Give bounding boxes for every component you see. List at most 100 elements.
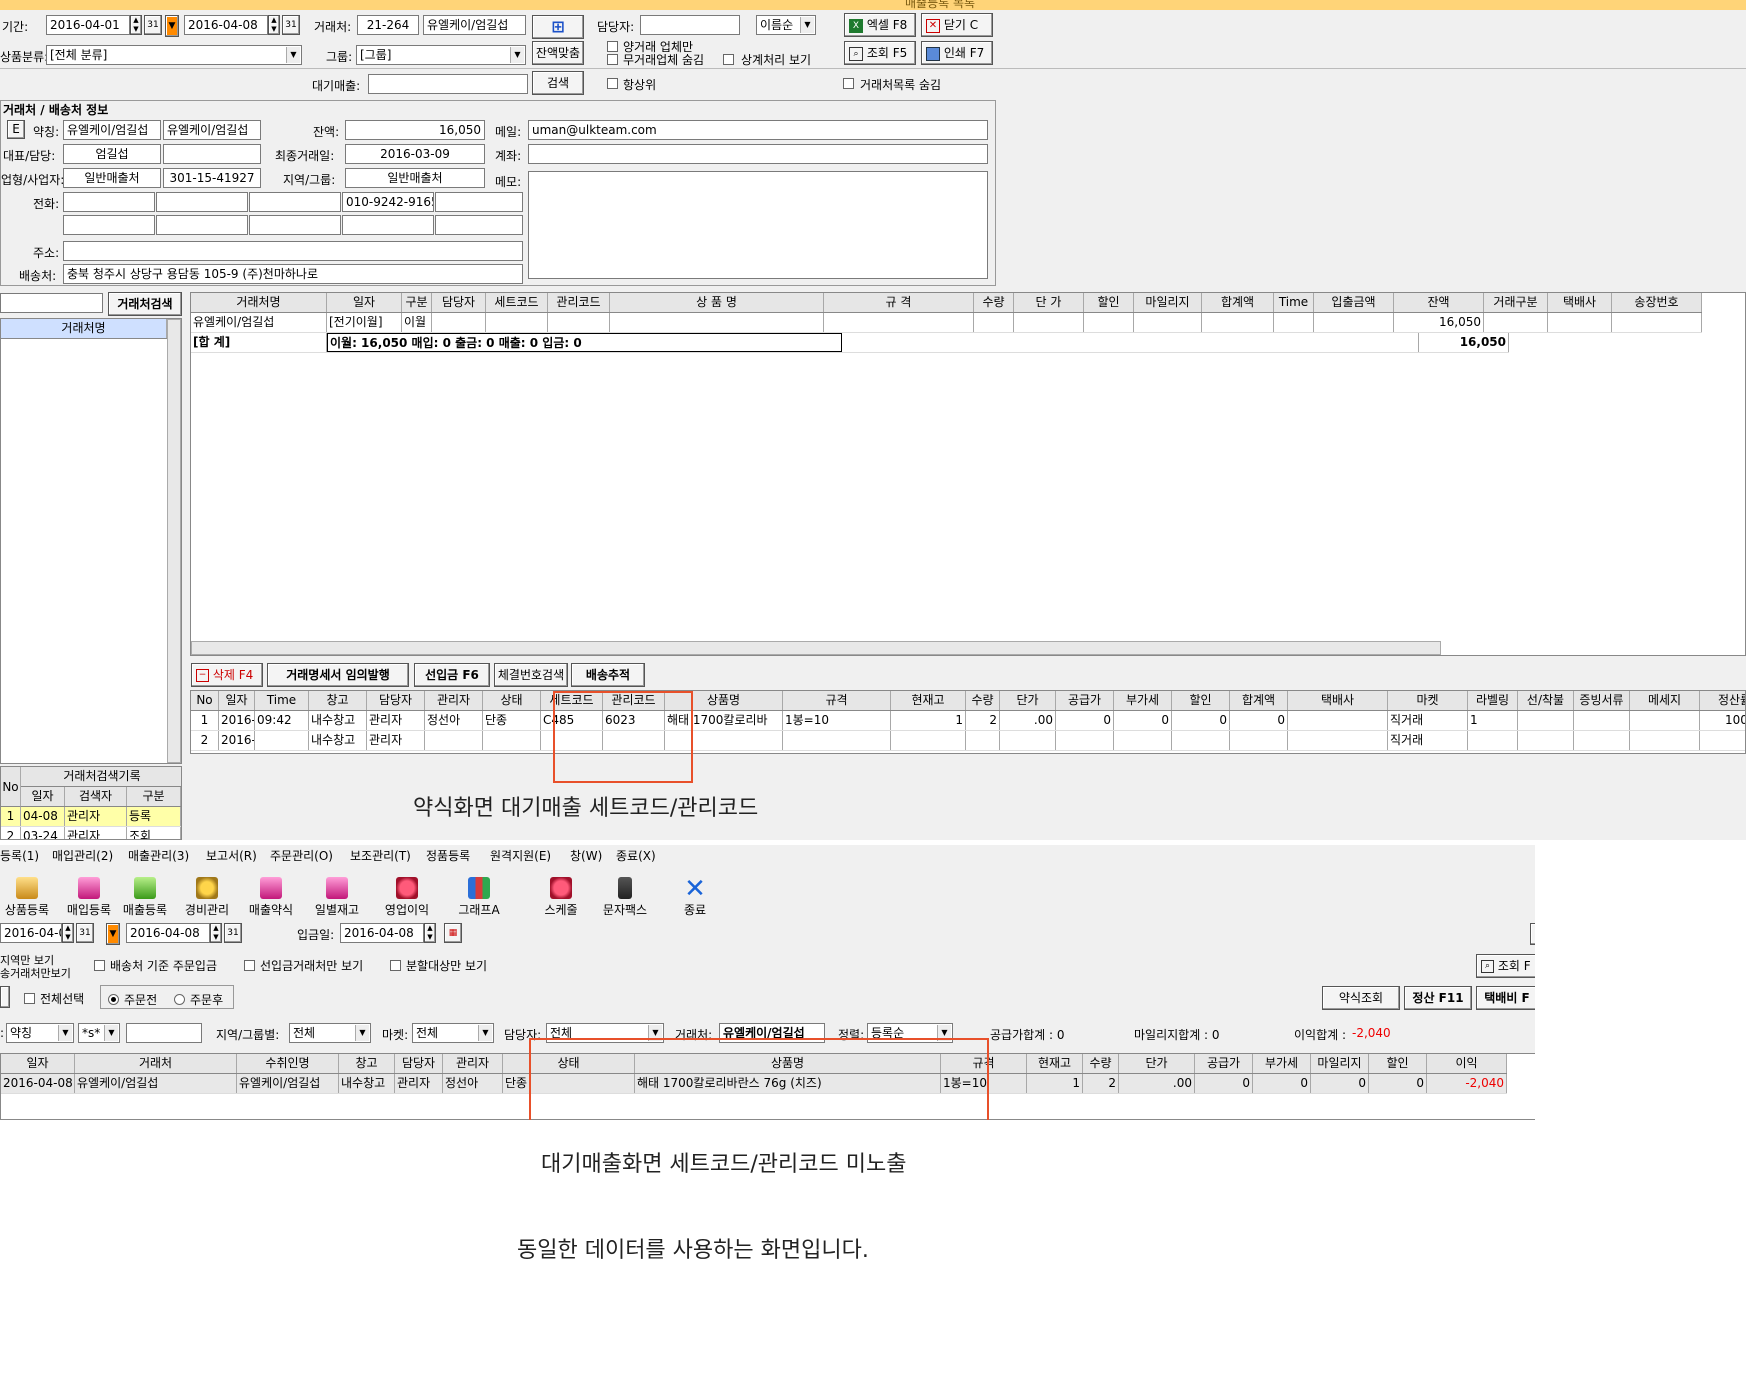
menu-item[interactable]: 보조관리(T) <box>350 847 411 864</box>
table-row[interactable]: 1 2016- 09:42 내수창고 관리자 정선아 단종 C485 6023 해태 1700칼로… <box>191 711 1745 731</box>
dropdown-arrow-icon[interactable]: ▼ <box>106 923 120 945</box>
manager-input[interactable] <box>640 15 740 35</box>
partner-name-input[interactable]: 유엘케이/엄길섭 <box>423 15 526 35</box>
delete-button[interactable]: − 삭제 F4 <box>191 663 263 687</box>
horizontal-scrollbar[interactable] <box>191 641 1441 655</box>
toolbar-button[interactable]: 매출등록 <box>118 875 172 925</box>
fax-field[interactable] <box>249 215 341 235</box>
courier-fee-button[interactable]: 택배비 F <box>1476 986 1535 1010</box>
date-from-input[interactable]: 2016-04-08 <box>0 923 62 943</box>
biz-no-field[interactable]: 301-15-41927 <box>163 168 261 188</box>
mobile-field[interactable]: 010-9242-9165 <box>342 192 434 212</box>
transaction-grid[interactable]: 거래처명 일자 구분 담당자 세트코드 관리코드 상 품 명규 격 수량 단 가 할인 마일리지 합계… <box>190 292 1746 656</box>
phone-field[interactable] <box>435 192 523 212</box>
fax-field[interactable] <box>435 215 523 235</box>
email-field[interactable]: uman@ulkteam.com <box>528 120 988 140</box>
menu-item[interactable]: 주문관리(O) <box>270 847 333 864</box>
before-order-radio[interactable] <box>108 994 119 1005</box>
date-from-input[interactable]: 2016-04-01 <box>46 15 130 35</box>
query-f-button[interactable]: ⌕ 조회 F <box>1476 954 1535 978</box>
spinner[interactable]: ▲ ▼ <box>210 923 222 943</box>
calendar-icon[interactable]: 31 <box>282 15 300 35</box>
menu-item[interactable]: 정품등록 <box>426 847 470 864</box>
fax-field[interactable] <box>63 215 155 235</box>
edit-button[interactable]: E <box>7 120 25 139</box>
phone-field[interactable] <box>63 192 155 212</box>
toolbar-button[interactable]: 경비관리 <box>180 875 234 925</box>
track-button[interactable]: 배송추적 <box>571 663 645 687</box>
star-select[interactable]: *s* ▼ <box>78 1023 120 1043</box>
partner-search-input[interactable] <box>0 293 103 313</box>
toolbar-button[interactable]: 상품등록 <box>0 875 54 925</box>
toolbar-button[interactable]: 그래프A <box>452 875 506 925</box>
menu-item[interactable]: 종료(X) <box>616 847 656 864</box>
date-to-input[interactable]: 2016-04-08 <box>184 15 268 35</box>
detail-grid[interactable]: No 일자 Time 창고 담당자 관리자 상태 세트코드 관리코드 상품명 규격 현재고 수량 단가 공급… <box>190 690 1746 754</box>
phone-field[interactable] <box>156 192 248 212</box>
calendar-icon[interactable]: 31 <box>224 923 242 943</box>
offset-checkbox[interactable] <box>723 54 734 65</box>
category-select[interactable]: [전체 분류] ▼ <box>46 45 302 65</box>
toolbar-button[interactable]: 일별재고 <box>310 875 364 925</box>
calendar-icon[interactable]: 31 <box>76 923 94 943</box>
market-select[interactable]: 전체 ▼ <box>412 1023 494 1043</box>
memo-textarea[interactable] <box>528 171 988 279</box>
excel-button[interactable]: X 엑셀 F8 <box>844 13 916 37</box>
menu-item[interactable]: 원격지원(E) <box>490 847 551 864</box>
issue-invoice-button[interactable]: 거래명세서 임의발행 <box>267 663 409 687</box>
after-order-radio[interactable] <box>174 994 185 1005</box>
prepay-only-checkbox[interactable] <box>244 960 255 971</box>
fax-field[interactable] <box>156 215 248 235</box>
abbr1-field[interactable]: 유엘케이/엄길섭 <box>63 120 161 140</box>
group-select[interactable]: [그룹] ▼ <box>356 45 526 65</box>
menu-item[interactable]: 등록(1) <box>0 847 39 864</box>
spinner[interactable]: ▲ ▼ <box>62 923 74 943</box>
menu-item[interactable]: 보고서(R) <box>206 847 257 864</box>
partner-code-input[interactable]: 21-264 <box>357 15 419 35</box>
both-trade-checkbox[interactable] <box>607 41 618 52</box>
pending-input[interactable] <box>368 74 528 94</box>
simple-query-button[interactable]: 약식조회 <box>1322 986 1400 1010</box>
table-row[interactable]: 1 04-08 관리자 등록 <box>1 807 181 827</box>
sort-select[interactable]: 이름순 ▼ <box>756 15 816 35</box>
settle-button[interactable]: 정산 F11 <box>1404 986 1472 1010</box>
toolbar-button[interactable]: ✕ 종료 <box>668 875 722 925</box>
deposit-date-input[interactable]: 2016-04-08 <box>340 923 424 943</box>
fax-field[interactable] <box>342 215 434 235</box>
table-row[interactable]: 유엘케이/엄길섭 [전기이월] 이월 16,050 <box>191 313 1702 333</box>
small-button[interactable] <box>0 986 10 1008</box>
table-row[interactable]: 2 03-24 관리자 조회 <box>1 827 181 839</box>
keyword-input[interactable] <box>126 1023 202 1043</box>
scrollbar[interactable] <box>167 319 181 763</box>
query-button[interactable]: ⌕ 조회 F5 <box>844 41 916 65</box>
rep-field[interactable]: 엄길섭 <box>63 144 161 164</box>
hide-no-trade-checkbox[interactable] <box>607 54 618 65</box>
account-field[interactable] <box>528 144 988 164</box>
menu-item[interactable]: 매입관리(2) <box>52 847 113 864</box>
spinner[interactable]: ▲ ▼ <box>424 923 436 943</box>
settle-search-button[interactable]: 체결번호검색 <box>494 663 568 687</box>
date-to-spinner[interactable]: ▲ ▼ <box>268 15 280 35</box>
prepay-button[interactable]: 선입금 F6 <box>414 663 490 687</box>
query-button[interactable] <box>1530 923 1535 945</box>
toolbar-button[interactable]: 매출약식 <box>244 875 298 925</box>
split-only-checkbox[interactable] <box>390 960 401 971</box>
menu-item[interactable]: 매출관리(3) <box>128 847 189 864</box>
address-field[interactable] <box>63 241 523 261</box>
balance-fit-button[interactable]: 잔액맞춤 <box>532 41 584 65</box>
toolbar-button[interactable]: 문자팩스 <box>598 875 652 925</box>
search-button[interactable]: 검색 <box>532 71 584 95</box>
always-top-checkbox[interactable] <box>607 78 618 89</box>
menu-item[interactable]: 창(W) <box>570 847 602 864</box>
toolbar-button[interactable]: 매입등록 <box>62 875 116 925</box>
calendar-icon[interactable]: 31 <box>144 15 162 35</box>
print-button[interactable]: 인쇄 F7 <box>921 41 993 65</box>
biz-type-field[interactable]: 일반매출처 <box>63 168 161 188</box>
rep2-field[interactable] <box>163 144 261 164</box>
calendar-icon[interactable]: ▦ <box>444 923 462 943</box>
ship-field[interactable]: 충북 청주시 상당구 용담동 105-9 (주)천마하나로 <box>63 264 523 284</box>
region-select[interactable]: 전체 ▼ <box>289 1023 371 1043</box>
dropdown-arrow-icon[interactable]: ▼ <box>165 15 179 37</box>
ship-basis-checkbox[interactable] <box>94 960 105 971</box>
table-row[interactable]: 2 2016- 내수창고 관리자 직거래 <box>191 731 1745 751</box>
